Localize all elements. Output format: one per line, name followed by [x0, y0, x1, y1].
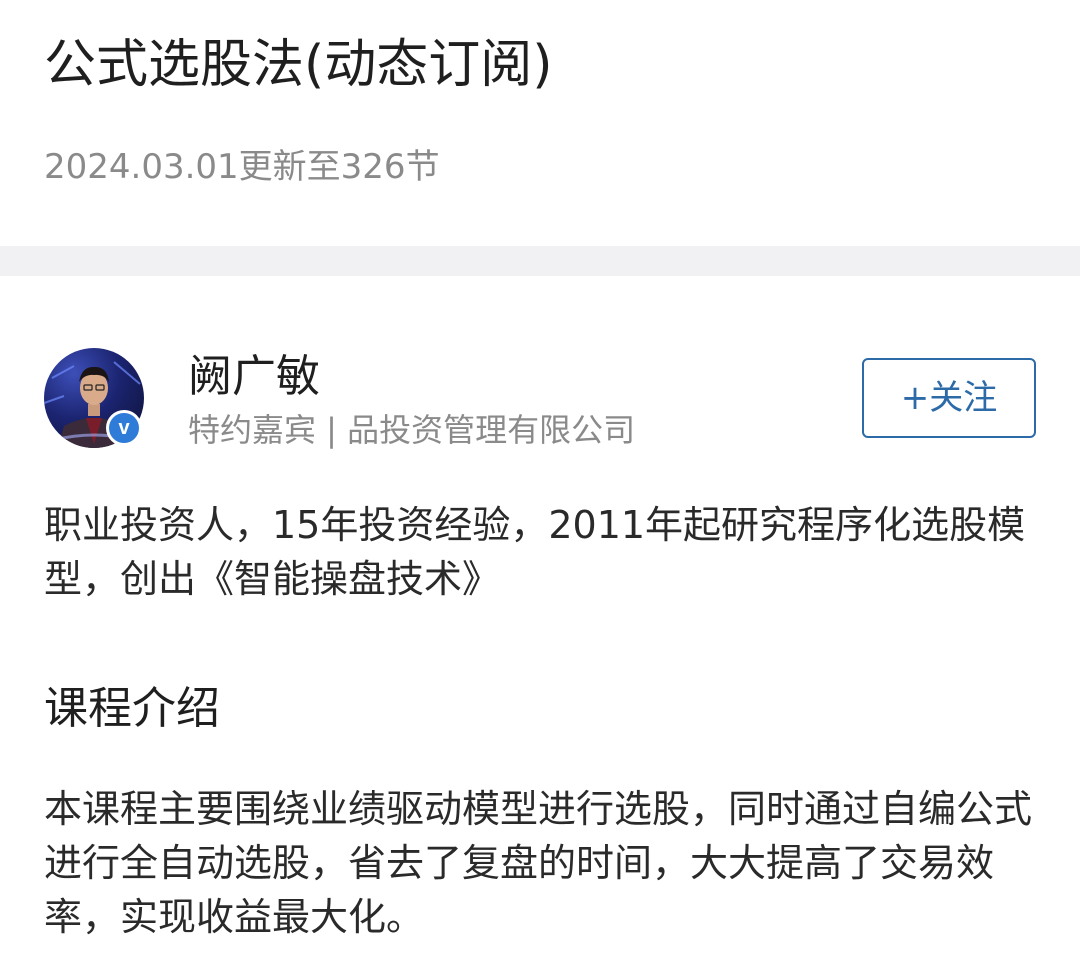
update-info: 2024.03.01更新至326节 [44, 147, 440, 187]
course-description: 本课程主要围绕业绩驱动模型进行选股，同时通过自编公式进行全自动选股，省去了复盘的… [44, 787, 1033, 939]
author-bio: 职业投资人，15年投资经验，2011年起研究程序化选股模型，创出《智能操盘技术》 [44, 503, 1026, 601]
follow-button[interactable]: +关注 [862, 358, 1036, 438]
section-divider [0, 246, 1080, 276]
course-intro-heading: 课程介绍 [44, 683, 220, 734]
verified-badge-icon: v [106, 410, 142, 446]
author-title: 特约嘉宾 | 品投资管理有限公司 [188, 411, 636, 449]
author-name[interactable]: 阙广敏 [188, 348, 320, 406]
page-title: 公式选股法(动态订阅) [44, 35, 553, 95]
